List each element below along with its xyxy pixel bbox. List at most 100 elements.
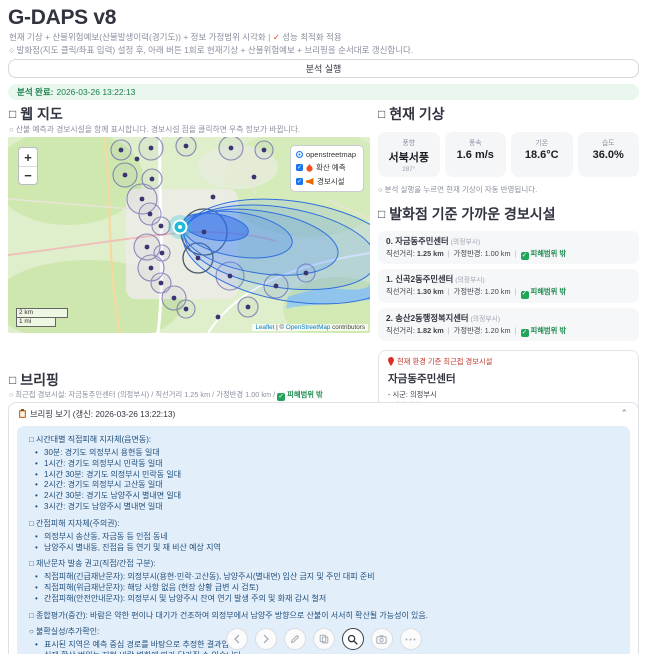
- metric-card: 풍속 1.6 m/s: [444, 132, 506, 177]
- facility-distances: 직선거리: 1.30 km | 가정반경: 1.20 km | ✓ 피해범위 밖: [386, 287, 567, 299]
- briefing-section: □ 시간대별 직접피해 지자체(읍면동): 30분: 경기도 의정부시 용현동 …: [29, 434, 618, 513]
- facility-distances: 직선거리: 1.25 km | 가정반경: 1.00 km | ✓ 피해범위 밖: [386, 249, 567, 261]
- briefing-section: □ 간접피해 지자체(주의권): 의정부시 송산동, 자금동 등 인접 동네남양…: [29, 518, 618, 554]
- flame-icon: [306, 163, 313, 172]
- megaphone-icon: [305, 178, 314, 185]
- briefing-bullet: 남양주시 별내동, 진접읍 등 연기 및 재 비산 예상 지역: [35, 543, 618, 554]
- facility-distances: 직선거리: 1.82 km | 가정반경: 1.20 km | ✓ 피해범위 밖: [386, 325, 567, 337]
- osm-link[interactable]: OpenStreetMap: [286, 324, 330, 331]
- briefing-bullet-list: 30분: 경기도 의정부시 용현동 일대1시간: 경기도 의정부시 민락동 일대…: [35, 448, 618, 513]
- facilities-section-title: □ 발화점 기준 가까운 경보시설: [378, 206, 556, 222]
- check-icon: ✓: [277, 393, 286, 402]
- facility-name: 1. 신곡2동주민센터 (의정부시): [386, 274, 485, 285]
- right-panel: □ 현재 기상 풍향 서북서풍 287° 풍속 1.6 m/s 기온 18.6°…: [378, 104, 639, 441]
- facility-badge: 피해범위 밖: [530, 325, 567, 335]
- briefing-section: □ 재난문자 발송 권고(직접/간접 구분): 직접피해(긴급재난문자): 의정…: [29, 558, 618, 604]
- metric-sub: [581, 162, 637, 169]
- webmap-section-title: □ 웹 지도: [9, 106, 63, 122]
- briefing-section: □ 종합평가(중간): 바람은 약한 편이나 대기가 건조하여 의정부에서 남양…: [29, 610, 618, 621]
- success-banner: 분석 완료: 2026-03-26 13:22:13: [8, 84, 639, 100]
- app-window: G-DAPS v8 현재 기상 + 산불위험예보(산불발생이력(경기도)) + …: [0, 0, 647, 654]
- weather-caption: ○ 분석 실행을 누르면 현재 기상이 자동 반영됩니다.: [378, 185, 538, 194]
- layer-base-osm[interactable]: openstreetmap: [295, 150, 356, 159]
- briefing-section-heading: □ 간접피해 지자체(주의권):: [29, 518, 120, 528]
- briefing-bullet: 2시간: 경기도 의정부시 고산동 일대: [35, 480, 618, 491]
- facility-region: (의정부시): [455, 277, 485, 285]
- briefing-section-heading: □ 종합평가(중간): 바람은 약한 편이나 대기가 건조하여 의정부에서 남양…: [29, 610, 428, 620]
- metric-value: 서북서풍: [388, 152, 429, 164]
- check-icon: ✓: [520, 328, 529, 337]
- zoom-in-button[interactable]: +: [19, 148, 37, 166]
- success-label: 분석 완료:: [17, 87, 54, 97]
- copy-button[interactable]: [312, 628, 335, 650]
- clipboard-icon: [19, 409, 26, 418]
- facility-name: 0. 자금동주민센터 (의정부시): [386, 236, 481, 246]
- facility-card: 0. 자금동주민센터 (의정부시) 직선거리: 1.25 km | 가정반경: 1…: [378, 231, 639, 265]
- metric-sub: [448, 162, 504, 169]
- check-icon: ✓: [520, 252, 529, 261]
- pencil-icon: ✓: [272, 32, 280, 42]
- map-layer-control: openstreetmap ✓ 확산 예측 ✓ 경보시설: [289, 145, 364, 192]
- nearest-sigun: - 시군: 의정부시: [388, 389, 437, 399]
- forward-button[interactable]: [254, 628, 277, 650]
- weather-metrics: 풍향 서북서풍 287° 풍속 1.6 m/s 기온 18.6°C 습도 36.…: [378, 132, 639, 177]
- edit-button[interactable]: [283, 628, 306, 650]
- more-button[interactable]: [399, 628, 422, 650]
- weather-section-title: □ 현재 기상: [378, 106, 445, 122]
- metric-card: 기온 18.6°C: [511, 132, 573, 177]
- layer-fire-spread[interactable]: ✓ 확산 예측: [295, 162, 356, 173]
- instruction-line: ○ 발화점(지도 클릭/좌표 입력) 설정 후, 아래 버튼 1회로 현재기상 …: [9, 45, 414, 55]
- metric-value: 18.6°C: [524, 149, 559, 161]
- weather-section-icon: □: [378, 107, 386, 121]
- nearest-header: 현재 환경 기준 최근접 경보시설: [388, 357, 629, 367]
- briefing-expander-title: 브리핑 보기 (갱신: 2026-03-26 13:22:13): [19, 408, 175, 420]
- briefing-bullet: 직접피해(위급재난문자): 해당 사항 없음 (현장 상황 급변 시 검토): [35, 583, 618, 594]
- briefing-bullet-list: 직접피해(긴급재난문자): 의정부시(용현·민락·고산동), 남양주시(별내면)…: [35, 572, 618, 604]
- map-section-icon: □: [9, 107, 17, 121]
- pin-icon: [388, 357, 394, 367]
- briefing-section-icon: □: [9, 373, 17, 387]
- facility-name: 2. 송산2동행정복지센터 (의정부시): [386, 312, 501, 323]
- facility-badge: 피해범위 밖: [530, 249, 567, 258]
- briefing-bullet: 30분: 경기도 의정부시 용현동 일대: [35, 448, 618, 459]
- screenshot-button[interactable]: [370, 628, 393, 650]
- facility-list: 0. 자금동주민센터 (의정부시) 직선거리: 1.25 km | 가정반경: 1…: [378, 231, 639, 341]
- briefing-bullet: 실제 확산 범위는 지형·바람 변화에 따라 달라질 수 있습니다.: [35, 651, 618, 654]
- overlay-toolbar: [0, 628, 647, 650]
- checkbox-icon: ✓: [295, 164, 303, 171]
- facility-card: 1. 신곡2동주민센터 (의정부시) 직선거리: 1.30 km | 가정반경: …: [378, 269, 639, 303]
- leaflet-map[interactable]: + − openstreetmap ✓ 확산 예측 ✓ 경보시설 2 km 1 …: [8, 137, 370, 333]
- layer-alert-facilities[interactable]: ✓ 경보시설: [295, 176, 356, 187]
- facility-distance-value: 1.25 km: [416, 249, 444, 258]
- metric-label: 풍향: [402, 140, 415, 147]
- page-title: G-DAPS v8: [8, 6, 117, 29]
- scale-km: 2 km: [16, 308, 68, 318]
- facility-card: 2. 송산2동행정복지센터 (의정부시) 직선거리: 1.82 km | 가정반경…: [378, 307, 639, 341]
- briefing-info-box: □ 시간대별 직접피해 지자체(읍면동): 30분: 경기도 의정부시 용현동 …: [17, 426, 630, 654]
- facility-region: (의정부시): [470, 315, 501, 323]
- metric-value: 1.6 m/s: [456, 149, 494, 161]
- run-analysis-button[interactable]: 분석 실행: [8, 59, 639, 78]
- briefing-expander-header[interactable]: 브리핑 보기 (갱신: 2026-03-26 13:22:13) ⌃: [9, 403, 638, 424]
- metric-label: 기온: [535, 140, 548, 147]
- search-button[interactable]: [341, 628, 364, 650]
- back-button[interactable]: [225, 628, 248, 650]
- map-attribution: Leaflet | © OpenStreetMap contributors: [252, 324, 368, 331]
- nearest-name: 자금동주민센터: [388, 372, 456, 385]
- zoom-out-button[interactable]: −: [19, 166, 37, 184]
- briefing-bullet: 1시간 30분: 경기도 의정부시 민락동 일대: [35, 470, 618, 481]
- webmap-caption: ○ 산불 예측과 경보시설을 함께 표시합니다. 경보시설 점을 클릭하면 우측…: [9, 125, 301, 134]
- metric-value: 36.0%: [592, 149, 624, 161]
- facility-badge: 피해범위 밖: [530, 287, 567, 297]
- briefing-section-title: □ 브리핑: [9, 372, 59, 388]
- briefing-bullet: 직접피해(긴급재난문자): 의정부시(용현·민락·고산동), 남양주시(별내면)…: [35, 572, 618, 583]
- briefing-bullet-list: 의정부시 송산동, 자금동 등 인접 동네남양주시 별내동, 진접읍 등 연기 …: [35, 532, 618, 554]
- checkbox-icon: ✓: [295, 178, 303, 185]
- chevron-up-icon[interactable]: ⌃: [620, 408, 628, 419]
- success-timestamp: 2026-03-26 13:22:13: [56, 87, 136, 97]
- metric-sub: 287°: [402, 166, 416, 173]
- metric-label: 습도: [601, 140, 615, 147]
- briefing-bullet: 간접피해(안전안내문자): 의정부시 및 남양주시 잔여 연기 발생 주의 및 …: [35, 594, 618, 605]
- leaflet-link[interactable]: Leaflet: [255, 324, 274, 331]
- briefing-section-heading: □ 시간대별 직접피해 지자체(읍면동):: [29, 435, 152, 444]
